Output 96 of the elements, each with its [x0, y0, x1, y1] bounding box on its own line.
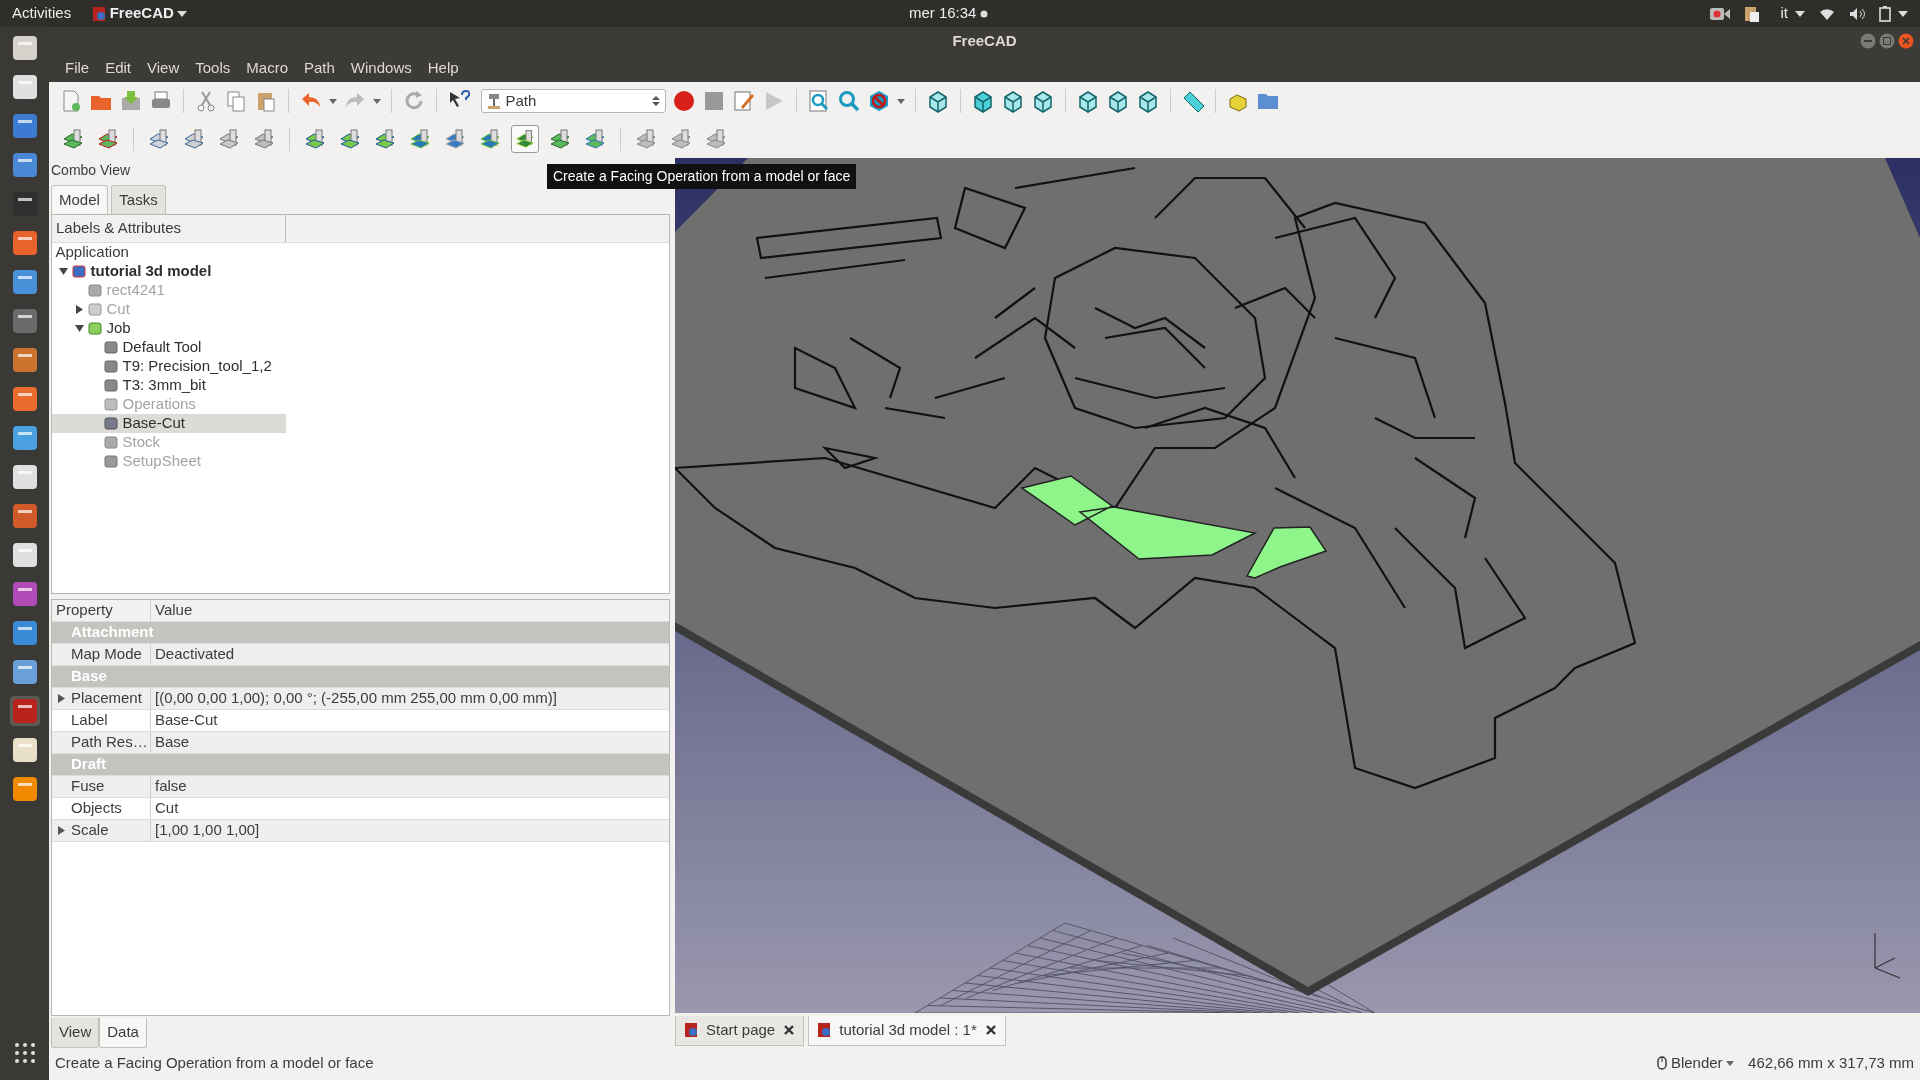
clipboard-icon[interactable] [1743, 4, 1760, 23]
dropdown-caret-icon[interactable] [373, 98, 381, 104]
dropdown-caret-icon[interactable] [329, 98, 337, 104]
tree-item[interactable]: T9: Precision_tool_1,2 [52, 356, 286, 376]
tree-item[interactable]: tutorial 3d model [52, 261, 286, 281]
mouse-icon [1657, 1056, 1668, 1070]
property-name: Label [71, 710, 108, 731]
tool-icon [103, 339, 119, 355]
document-tab[interactable]: Start page [675, 1016, 805, 1046]
column-header[interactable]: Property [56, 600, 113, 622]
panel-tab[interactable]: Data [99, 1018, 147, 1048]
menu-item[interactable]: Tools [187, 57, 239, 80]
property-value: Base [155, 733, 190, 751]
minimize-icon[interactable] [1860, 33, 1876, 49]
app-launcher-icon[interactable] [9, 696, 40, 726]
menu-item[interactable]: Help [419, 57, 467, 80]
video-camera-icon[interactable] [1709, 6, 1730, 21]
fit-all-icon[interactable] [806, 89, 831, 113]
record-icon[interactable] [671, 89, 696, 113]
property-value: [1,00 1,00 1,00] [155, 821, 260, 839]
close-icon[interactable] [783, 1024, 796, 1037]
tree-item[interactable]: Base-Cut [52, 413, 286, 433]
property-name: Scale [71, 820, 109, 841]
column-header[interactable]: Value [155, 601, 193, 619]
property-value: false [155, 777, 187, 795]
macro-edit-icon[interactable] [731, 89, 756, 113]
property-value: [(0,00 0,00 1,00); 0,00 °; (-255,00 mm 255,00 mm 0,00 mm)] [155, 689, 558, 707]
sheet-icon [103, 453, 119, 469]
caret-icon [1795, 10, 1805, 17]
close-icon[interactable] [984, 1024, 997, 1037]
property-value: Cut [155, 799, 179, 817]
navigation-style-selector[interactable]: Blender [1657, 1051, 1735, 1075]
workbench-selector[interactable]: Path [480, 89, 666, 113]
document-icon [71, 263, 87, 279]
keyboard-language[interactable]: it [1780, 2, 1788, 25]
menu-item[interactable]: Macro [238, 57, 296, 80]
status-message: Create a Facing Operation from a model or face [55, 1052, 375, 1073]
panel-title: Combo View [51, 162, 131, 178]
property-name: Fuse [71, 776, 105, 797]
solid-icon [87, 282, 103, 298]
menu-item[interactable]: Edit [97, 57, 140, 80]
dropdown-caret-icon[interactable] [896, 98, 905, 104]
freecad-logo-icon [817, 1022, 832, 1039]
collapsed-arrow-icon[interactable] [75, 304, 84, 314]
property-name: Placement [71, 688, 142, 709]
solid-icon [103, 434, 119, 450]
freecad-logo-icon [684, 1022, 698, 1039]
menu-item[interactable]: View [139, 57, 188, 80]
axis-indicator-icon [1874, 932, 1901, 979]
caret-icon [1898, 10, 1908, 17]
property-value: Deactivated [155, 645, 235, 663]
activities-button[interactable]: Activities [12, 2, 72, 25]
menu-item[interactable]: File [57, 57, 98, 80]
zoom-icon[interactable] [836, 89, 861, 113]
app-grid-icon[interactable] [12, 1041, 37, 1065]
window-title: FreeCAD [952, 30, 1017, 51]
tool-icon [103, 377, 119, 393]
caret-icon [177, 10, 188, 17]
boolean-icon [87, 301, 103, 317]
dimensions-label: 462,66 mm x 317,73 mm [1748, 1052, 1914, 1073]
tooltip: Create a Facing Operation from a model or face [547, 164, 857, 189]
property-name: Path Res… [71, 732, 148, 753]
tool-icon [103, 358, 119, 374]
property-value: Base-Cut [155, 711, 218, 729]
clock[interactable]: mer 16:34 [908, 2, 977, 25]
operations-icon [103, 396, 119, 412]
app-menu[interactable]: FreeCAD [109, 2, 174, 25]
freecad-logo-icon [92, 5, 107, 22]
maximize-icon[interactable] [1879, 33, 1895, 49]
path-workbench-icon [486, 93, 501, 109]
expanded-arrow-icon[interactable] [59, 266, 68, 276]
tree-root-label: Application [54, 242, 130, 262]
scissors-icon[interactable] [194, 89, 218, 113]
document-tab[interactable]: tutorial 3d model : 1* [808, 1016, 1006, 1046]
tree-item[interactable]: Default Tool [52, 337, 286, 357]
expand-arrow-icon[interactable] [58, 826, 66, 835]
volume-icon[interactable] [1849, 6, 1865, 21]
menu-item[interactable]: Path [296, 57, 343, 80]
job-icon [87, 320, 103, 336]
panel-tab[interactable]: Model [51, 184, 108, 214]
tree-item[interactable]: Job [52, 318, 286, 338]
tree-item[interactable]: T3: 3mm_bit [52, 375, 286, 395]
menu-item[interactable]: Windows [342, 57, 420, 80]
panel-tab[interactable]: Tasks [111, 184, 166, 214]
base-icon [103, 415, 119, 431]
caret-icon [1726, 1060, 1735, 1066]
expand-arrow-icon[interactable] [58, 694, 66, 703]
notification-dot-icon [979, 9, 988, 18]
expanded-arrow-icon[interactable] [75, 323, 84, 333]
panel-tab[interactable]: View [51, 1018, 100, 1048]
spinner-arrows-icon [651, 95, 660, 107]
wifi-icon[interactable] [1819, 6, 1835, 21]
property-name: Objects [71, 798, 122, 819]
battery-icon[interactable] [1879, 5, 1891, 22]
facing-icon[interactable] [511, 125, 539, 153]
property-name: Map Mode [71, 644, 142, 665]
